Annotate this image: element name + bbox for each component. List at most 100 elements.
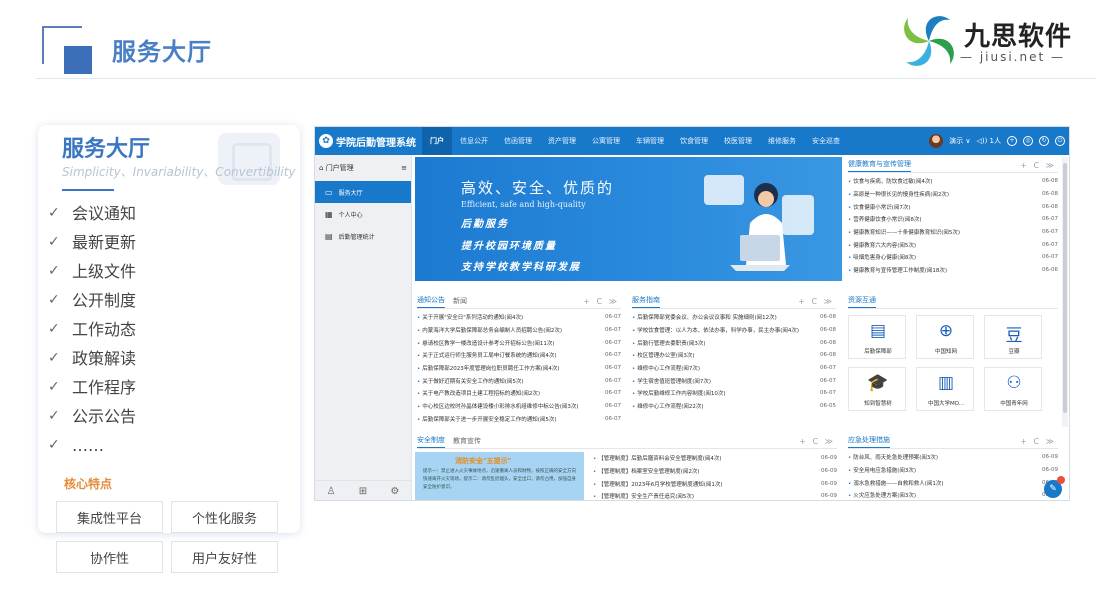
logo-square [64, 46, 92, 74]
card-title: 服务大厅 [62, 137, 151, 162]
add-icon[interactable]: + [1007, 136, 1017, 146]
list-item[interactable]: • 校区管理办公室(阅3次) 06-08 [632, 349, 836, 362]
panel-tools[interactable]: + C ≫ [798, 297, 834, 306]
list-item[interactable]: • 关于正式运行师生服务员工局申订餐系统的通知(阅4次) 06-07 [417, 349, 621, 362]
nav-vehicles[interactable]: 车辆管理 [628, 127, 672, 155]
nav-apartments[interactable]: 公寓管理 [584, 127, 628, 155]
avatar[interactable] [929, 134, 944, 148]
list-item[interactable]: • 防台风、雨天处急处理预案(阅3次) 06-09 [848, 451, 1058, 464]
check-icon: ✓ [48, 234, 60, 250]
header-divider [36, 78, 1096, 79]
list-item[interactable]: • 高原是一种很长见的慢身性疾病(阅2次) 06-08 [848, 188, 1058, 201]
list-item[interactable]: • 学生宿舍值班管理制度(阅7次) 06-07 [632, 374, 836, 387]
nav-safety-patrol[interactable]: 安全巡查 [804, 127, 848, 155]
panel-tools[interactable]: + C ≫ [1020, 437, 1056, 446]
list-item[interactable]: • 健康教育六大内容(阅5次) 06-07 [848, 238, 1058, 251]
list-item[interactable]: • 内蒙海洋大学后勤保障部总务会编制人员招聘公告(阅2次) 06-07 [417, 324, 621, 337]
resource-tile-youth-net[interactable]: ⚇ 中国青年网 [984, 367, 1042, 411]
list-item[interactable]: • 关于做好近期有关安全工作的通知(阅5次) 06-07 [417, 374, 621, 387]
feature-item: ✓ 工作程序 [48, 373, 136, 402]
brand-name: 九思软件 [964, 22, 1073, 52]
list-item[interactable]: •溺水急救措施——自救和救人(阅1次)06-09 [848, 476, 1058, 489]
resource-tile-zhihuishu[interactable]: 🎓 知到智慧树 [848, 367, 906, 411]
list-item[interactable]: • 悬请校区教学一楼改造设计参考公开招标公告(阅11次) 06-07 [417, 336, 621, 349]
list-item[interactable]: • 饮食与疾病，防饮食过敏(阅4次) 06-08 [848, 175, 1058, 188]
list-item[interactable]: • 【管理制度】后勤后膳资料会安全管理制度(阅4次) 06-09 [593, 452, 837, 465]
monitor-icon: ▭ [325, 187, 333, 197]
list-item[interactable]: • 健康教育与宣传管理工作制度(阅18次) 06-06 [848, 264, 1058, 277]
list-item[interactable]: • 饮食健康小常识(阅7次) 06-08 [848, 200, 1058, 213]
list-item[interactable]: • 关于电产教改造项目土建工程招标的通知(阅2次) 06-07 [417, 387, 621, 400]
scrollbar[interactable] [1062, 157, 1068, 427]
settings-icon[interactable]: ◎ [1023, 136, 1033, 146]
feature-item: ✓…… [48, 431, 136, 460]
list-item[interactable]: • 后勤行管理去委职责(阅3次) 06-08 [632, 336, 836, 349]
graduation-cap-icon: 🎓 [867, 373, 889, 393]
health-education-panel: 健康教育与宣传管理 + C ≫ • 饮食与疾病，防饮食过敏(阅4次) 06-08 •… [848, 159, 1058, 277]
list-item[interactable]: • 后勤保障部关于进一步开展安全稳定工作的通知(阅5次) 06-07 [417, 413, 621, 426]
nav-letters[interactable]: 信函管理 [496, 127, 540, 155]
banner-headline: 高效、安全、优质的 [461, 179, 615, 197]
sidebar-item-personal-center[interactable]: ▦ 个人中心 [315, 203, 411, 225]
core-features-label: 核心特点 [64, 477, 113, 491]
list-item[interactable]: • 维修中心工作流程(阅7次) 06-07 [632, 362, 836, 375]
user-menu[interactable]: 演示 ∨ [949, 136, 970, 146]
apps-icon[interactable]: ⊞ [359, 486, 367, 497]
tab-emergency[interactable]: 应急处理措施 [848, 435, 890, 448]
app-screenshot: ✿ 学院后勤管理系统 门户 信息公开 信函管理 资产管理 公寓管理 车辆管理 饮… [314, 126, 1070, 501]
list-item[interactable]: • 后勤保障部2023年度管理岗位职员聘任工作方案(阅4次) 06-07 [417, 362, 621, 375]
tab-news[interactable]: 新闻 [453, 296, 467, 308]
resource-tile-logistics[interactable]: ▤ 后勤保障部 [848, 315, 906, 359]
feature-item: ✓ 公开制度 [48, 286, 136, 315]
tab-safety-rules[interactable]: 安全制度 [417, 435, 445, 448]
tag-user-friendly: 用户友好性 [171, 541, 278, 573]
list-item[interactable]: • 【管理制度】2023年6月学校管理制度通知(阅1次) 06-09 [593, 477, 837, 490]
nav-assets[interactable]: 资产管理 [540, 127, 584, 155]
panel-tools[interactable]: + C ≫ [583, 297, 619, 306]
list-item[interactable]: • 【管理制度】安全生产责任追究(阅5次) 06-09 [593, 490, 837, 500]
refresh-icon[interactable]: ↻ [1039, 136, 1049, 146]
resource-tile-mooc[interactable]: ▥ 中国大学MO... [916, 367, 974, 411]
card-slogan: Simplicity、Invariability、Convertibility [62, 165, 296, 179]
nav-info-public[interactable]: 信息公开 [452, 127, 496, 155]
list-item[interactable]: • 维修中心工作流程(阅22次) 06-05 [632, 400, 836, 413]
user-icon[interactable]: ♙ [327, 486, 336, 497]
nav-portal[interactable]: 门户 [422, 127, 452, 155]
list-item[interactable]: • 学校后勤维修工作内容制度(阅10次) 06-07 [632, 387, 836, 400]
list-item[interactable]: • 吸烟危害身心健康(阅8次) 06-07 [848, 251, 1058, 264]
tab-service-guide[interactable]: 服务指南 [632, 295, 660, 308]
tab-resources[interactable]: 资源互通 [848, 295, 876, 308]
list-item[interactable]: • 中心校区边校时孙晶体建设楼小彩排水机组维修中标公告(阅3次) 06-07 [417, 400, 621, 413]
list-item[interactable]: • 健康教育知识——十条健康教育知识(阅5次) 06-07 [848, 226, 1058, 239]
menu-toggle-icon[interactable]: ≡ [401, 164, 407, 172]
tab-notices[interactable]: 通知公告 [417, 295, 445, 308]
tab-education-publicity[interactable]: 教育宣传 [453, 436, 481, 448]
list-item[interactable]: • 关于开展"安全日"系列活动的通知(阅4次) 06-07 [417, 311, 621, 324]
list-item[interactable]: • 营养健康饮食小常识(阅8次) 06-07 [848, 213, 1058, 226]
fire-safety-poster[interactable]: 消防安全"五提示" 提示一：禁止进入火灾事故地点，迅速撤离人员和财物，按照正确的… [415, 452, 584, 500]
list-item[interactable]: •火灾应急处理方案(阅3次)06-09 [848, 489, 1058, 500]
nav-dining[interactable]: 饮食管理 [672, 127, 716, 155]
gear-icon[interactable]: ⚙ [390, 486, 399, 497]
tag-collaboration: 协作性 [56, 541, 163, 573]
nav-repair[interactable]: 维修服务 [760, 127, 804, 155]
notification-badge [1057, 476, 1065, 484]
grid-icon: ▦ [325, 209, 333, 219]
nav-clinic[interactable]: 校医管理 [716, 127, 760, 155]
list-item[interactable]: • 后勤保障部党委会议、办公会议议事和 实施细则(阅12次) 06-08 [632, 311, 836, 324]
service-guide-panel: 服务指南 + C ≫ • 后勤保障部党委会议、办公会议议事和 实施细则(阅12次)… [632, 295, 836, 413]
tab-health-education[interactable]: 健康教育与宣传管理 [848, 159, 911, 172]
panel-tools[interactable]: + C ≫ [1020, 161, 1056, 170]
notice-panel: 通知公告 新闻 + C ≫ • 关于开展"安全日"系列活动的通知(阅4次) 06-0… [417, 295, 621, 425]
sidebar-item-service-hall[interactable]: ▭ 服务大厅 [315, 181, 411, 203]
safety-panel: 安全制度 教育宣传 + C ≫ [417, 435, 837, 449]
resource-tile-douban[interactable]: 豆豆瓣 [984, 315, 1042, 359]
list-item[interactable]: • 学校饮食管理：以人为本、依法办事，科学办事，民主办事(阅4次) 06-08 [632, 324, 836, 337]
sidebar-item-stats[interactable]: ▤ 后勤管理统计 [315, 225, 411, 247]
list-item[interactable]: • 安全用电应急措施(阅3次) 06-09 [848, 464, 1058, 477]
panel-tools[interactable]: + C ≫ [799, 437, 835, 446]
power-icon[interactable]: ⏻ [1055, 136, 1065, 146]
list-item[interactable]: • 【管理制度】档案室安全管理制度(阅2次) 06-09 [593, 465, 837, 478]
book-icon: ▥ [937, 373, 955, 393]
resource-tile-cnki[interactable]: ⊕ 中国知网 [916, 315, 974, 359]
